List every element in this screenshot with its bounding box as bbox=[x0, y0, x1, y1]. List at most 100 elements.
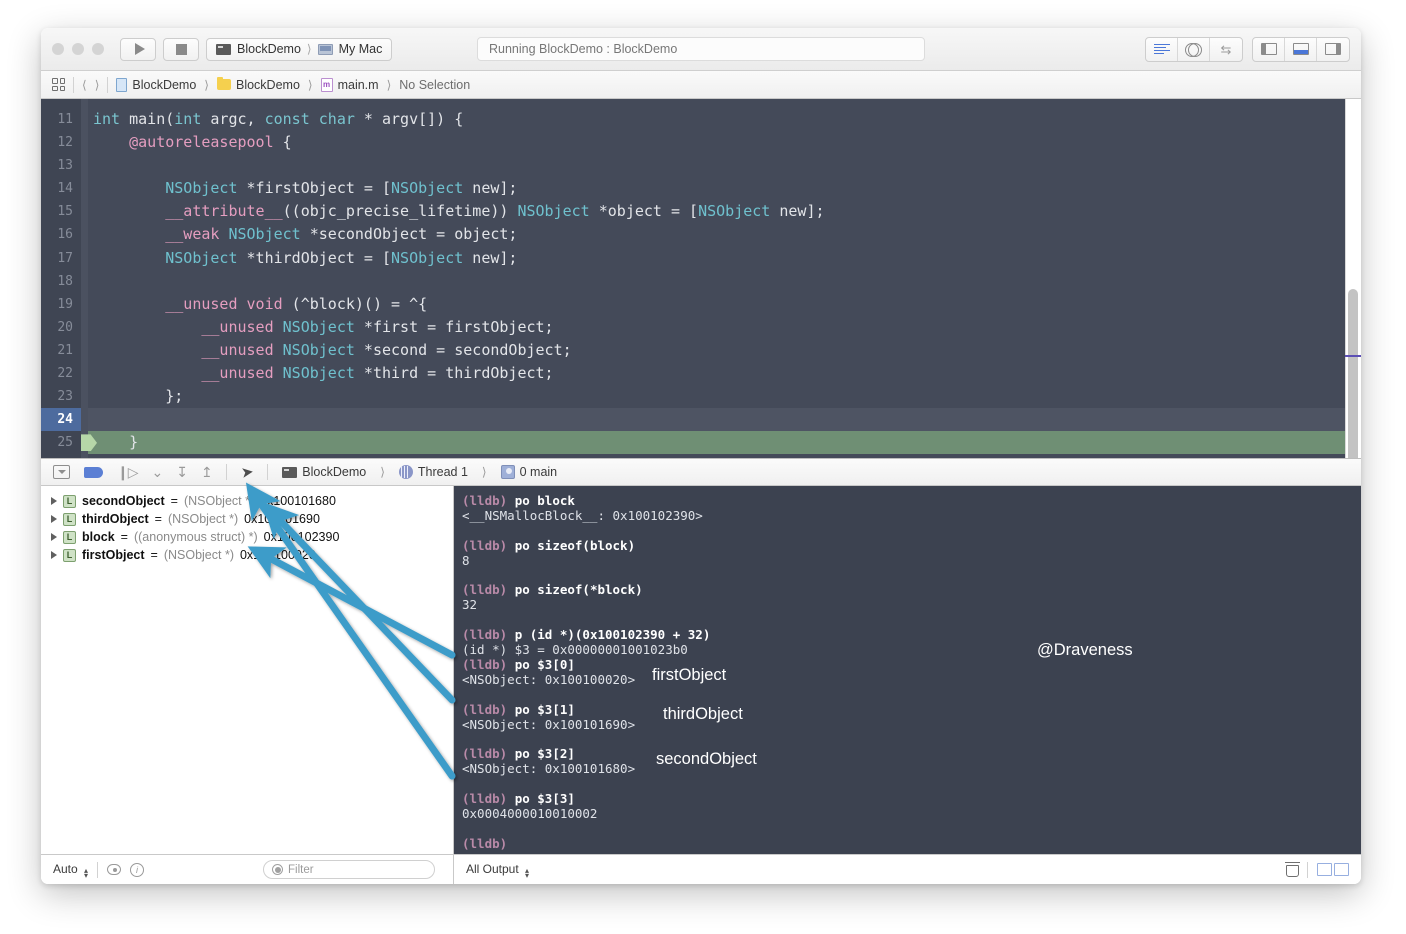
toolbar-right-group: ⇆ bbox=[1145, 36, 1350, 62]
console-spacer bbox=[462, 569, 1361, 584]
debug-breadcrumb-frame[interactable]: 0 main bbox=[500, 465, 558, 479]
debug-breadcrumb-process[interactable]: BlockDemo bbox=[282, 465, 366, 479]
show-console-only-icon[interactable] bbox=[1334, 863, 1349, 876]
assistant-editor-button[interactable] bbox=[1178, 37, 1210, 61]
scope-selector[interactable]: Auto ▴ ▾ bbox=[53, 862, 88, 880]
run-button[interactable] bbox=[120, 37, 156, 61]
standard-editor-button[interactable] bbox=[1146, 37, 1178, 61]
eye-icon[interactable] bbox=[107, 864, 122, 875]
show-variables-only-icon[interactable] bbox=[1317, 863, 1332, 876]
annotation-secondObject: secondObject bbox=[656, 750, 757, 768]
code-content[interactable]: int main(int argc, const char * argv[]) … bbox=[81, 99, 1361, 458]
frame-label: 0 main bbox=[519, 465, 558, 479]
breadcrumb-group[interactable]: BlockDemo bbox=[216, 76, 300, 92]
line-number-breakpoint[interactable]: 25 bbox=[41, 431, 97, 454]
window-controls[interactable] bbox=[52, 43, 104, 55]
local-variable-icon: L bbox=[63, 494, 76, 508]
variable-row[interactable]: L firstObject = (NSObject *) 0x100100020 bbox=[41, 546, 453, 564]
equals-sign: = bbox=[154, 512, 162, 526]
scheme-selector[interactable]: BlockDemo ⟩ My Mac bbox=[206, 37, 393, 61]
console-command: (lldb) po sizeof(*block) bbox=[462, 582, 1361, 598]
console-result: 0x0004000010010002 bbox=[462, 805, 598, 821]
source-editor[interactable]: 11 12 13 14 15 16 17 18 19 20 21 22 23 2… bbox=[41, 99, 1361, 458]
console-result: 8 bbox=[462, 552, 470, 568]
editor-mode-segment[interactable]: ⇆ bbox=[1145, 36, 1243, 62]
debug-breadcrumb-thread[interactable]: Thread 1 bbox=[398, 465, 468, 479]
zoom-button-icon[interactable] bbox=[92, 43, 104, 55]
console-result: <NSObject: 0x100101690> bbox=[462, 716, 636, 732]
equals-sign: = bbox=[120, 530, 128, 544]
simulate-location-icon[interactable]: ➤ bbox=[240, 462, 255, 482]
divider bbox=[1307, 861, 1308, 878]
lldb-prompt: (lldb) bbox=[462, 537, 508, 553]
line-number: 13 bbox=[57, 158, 73, 174]
toggle-debug-area-button[interactable] bbox=[1285, 37, 1317, 61]
equals-sign: = bbox=[170, 494, 178, 508]
clear-console-icon[interactable] bbox=[1285, 862, 1300, 877]
toggle-utilities-button[interactable] bbox=[1317, 38, 1349, 61]
line-number-gutter[interactable]: 11 12 13 14 15 16 17 18 19 20 21 22 23 2… bbox=[41, 99, 97, 458]
continue-button-icon[interactable]: ❙▷ bbox=[117, 464, 138, 481]
stack-frame-icon bbox=[500, 465, 515, 479]
step-out-icon[interactable]: ↥ bbox=[201, 464, 213, 481]
line-number: 14 bbox=[57, 181, 73, 197]
console-command: (lldb) p (id *)(0x100102390 + 32) bbox=[462, 627, 1361, 643]
panes-segment[interactable] bbox=[1252, 36, 1350, 62]
command-text: po $3[1] bbox=[514, 701, 575, 717]
info-icon[interactable]: i bbox=[130, 862, 145, 877]
console-output[interactable]: (lldb) po block <__NSMallocBlock__: 0x10… bbox=[454, 486, 1361, 854]
editor-scrollbar-marker bbox=[1345, 355, 1361, 357]
disclosure-triangle-icon[interactable] bbox=[51, 533, 57, 541]
code-line: __unused NSObject *first = firstObject; bbox=[201, 317, 554, 336]
back-arrow-icon[interactable]: ⟨ bbox=[82, 78, 87, 92]
console-command: (lldb) po $3[0] bbox=[462, 657, 1361, 673]
command-text: po $3[3] bbox=[514, 791, 575, 807]
step-over-icon[interactable]: ⌄ bbox=[152, 464, 164, 481]
console-result: <NSObject: 0x100100020> bbox=[462, 671, 636, 687]
console-command: (lldb) po sizeof(block) bbox=[462, 537, 1361, 554]
variable-row[interactable]: L block = ((anonymous struct) *) 0x10010… bbox=[41, 528, 453, 546]
version-editor-button[interactable]: ⇆ bbox=[1210, 38, 1242, 61]
variable-row[interactable]: L thirdObject = (NSObject *) 0x100101690 bbox=[41, 510, 453, 528]
console-spacer bbox=[462, 777, 1361, 792]
code-line: __unused NSObject *third = thirdObject; bbox=[201, 364, 554, 383]
disclosure-triangle-icon[interactable] bbox=[51, 497, 57, 505]
console-input-line[interactable]: (lldb) bbox=[462, 836, 1361, 852]
disclosure-triangle-icon[interactable] bbox=[51, 551, 57, 559]
toggle-navigator-button[interactable] bbox=[1253, 37, 1285, 61]
console-command: (lldb) po $3[1] bbox=[462, 701, 1361, 718]
code-line: __attribute__((objc_precise_lifetime)) N… bbox=[165, 202, 825, 221]
gutter-edge bbox=[81, 99, 88, 458]
minimize-button-icon[interactable] bbox=[72, 43, 84, 55]
line-number: 20 bbox=[57, 319, 73, 335]
command-text: p (id *)(0x100102390 + 32) bbox=[514, 627, 711, 643]
variables-view[interactable]: L secondObject = (NSObject *) 0x10010168… bbox=[41, 486, 454, 854]
breadcrumb-file[interactable]: m main.m bbox=[320, 77, 379, 92]
editor-scrollbar-thumb[interactable] bbox=[1348, 289, 1358, 458]
debug-bar: ❙▷ ⌄ ↧ ↥ ➤ BlockDemo ⟩ Thread 1 ⟩ 0 main bbox=[41, 458, 1361, 486]
variable-name: firstObject bbox=[82, 548, 145, 562]
close-button-icon[interactable] bbox=[52, 43, 64, 55]
breadcrumb-selection[interactable]: No Selection bbox=[399, 78, 470, 92]
variable-row[interactable]: L secondObject = (NSObject *) 0x10010168… bbox=[41, 492, 453, 510]
project-icon bbox=[116, 77, 128, 92]
forward-arrow-icon[interactable]: ⟩ bbox=[95, 78, 100, 92]
variables-filter-field[interactable]: Filter bbox=[263, 860, 435, 879]
console-command: (lldb) po $3[2] bbox=[462, 746, 1361, 762]
split-view-toggle[interactable] bbox=[1317, 863, 1349, 876]
line-number-label: 25 bbox=[57, 435, 73, 451]
editor-scrollbar[interactable] bbox=[1345, 99, 1361, 458]
hide-debug-area-button[interactable] bbox=[53, 465, 70, 479]
stop-button[interactable] bbox=[163, 37, 199, 61]
disclosure-triangle-icon[interactable] bbox=[51, 515, 57, 523]
output-selector[interactable]: All Output ▴ ▾ bbox=[466, 862, 529, 880]
deactivate-breakpoints-button[interactable] bbox=[84, 466, 103, 478]
scheme-chevron-icon: ⟩ bbox=[306, 42, 312, 56]
lldb-prompt: (lldb) bbox=[462, 627, 508, 643]
related-items-icon[interactable] bbox=[52, 78, 65, 91]
code-line: __weak NSObject *secondObject = object; bbox=[165, 225, 518, 244]
breadcrumb-project[interactable]: BlockDemo bbox=[116, 77, 196, 92]
step-into-icon[interactable]: ↧ bbox=[176, 464, 188, 481]
